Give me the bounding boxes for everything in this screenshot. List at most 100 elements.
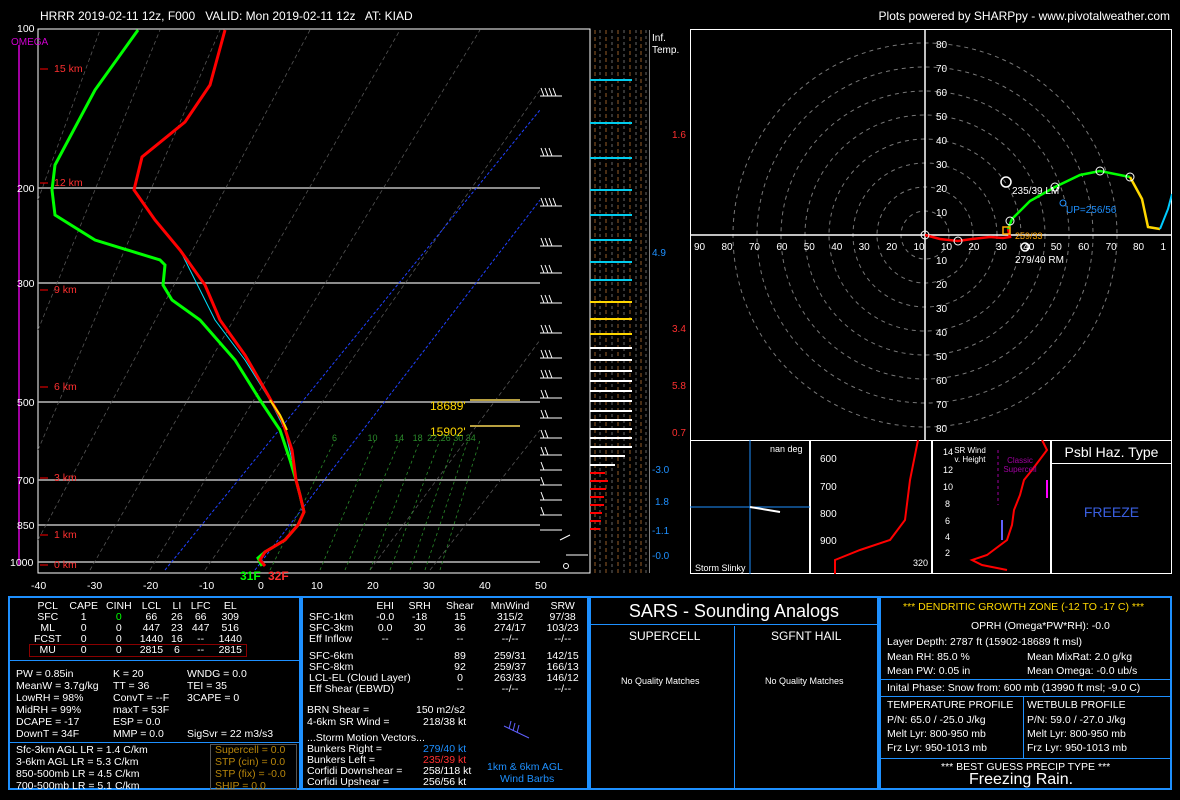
mini-level: 900 <box>820 536 837 547</box>
dgz-line: Mean PW: 0.05 in <box>887 665 971 677</box>
hodo-ring-label: 10 <box>936 208 948 219</box>
brn-shear-label: BRN Shear = <box>307 704 370 716</box>
cell: -- <box>456 683 464 695</box>
index: DownT = 34F <box>16 728 80 740</box>
hodo-ring-label: 30 <box>936 160 948 171</box>
mix-label: 14 <box>394 433 405 443</box>
composite-index: STP (fix) = -0.0 <box>215 768 286 780</box>
hodo-lm-label: 235/39 LM <box>1012 186 1060 197</box>
table-row: Eff Inflow -- -- -- --/-- --/-- <box>305 634 587 645</box>
hodo-ring-label: 40 <box>936 136 948 147</box>
sr-wind-value: 218/38 kt <box>423 716 467 728</box>
temp-tick: 50 <box>535 580 547 592</box>
lapse-rate: Sfc-3km AGL LR = 1.4 C/km <box>16 744 148 756</box>
mix-label: 10 <box>367 433 378 443</box>
cell: 0 <box>115 644 122 656</box>
hodo-ring-label: 50 <box>936 112 948 123</box>
inflow-val: -3.0 <box>652 465 670 476</box>
index: TEI = 35 <box>187 680 227 692</box>
dgz-title: *** DENDRITIC GROWTH ZONE (-12 TO -17 C)… <box>903 601 1145 613</box>
temp-profile-line: Melt Lyr: 800-950 mb <box>887 728 986 740</box>
hazard-panel: Psbl Haz. Type FREEZE <box>1051 440 1172 574</box>
index: WNDG = 0.0 <box>187 668 247 680</box>
header-right: Plots powered by SHARPpy - www.pivotalwe… <box>878 9 1170 23</box>
index: MidRH = 99% <box>16 704 82 716</box>
sars-title: SARS - Sounding Analogs <box>628 601 840 621</box>
index: maxT = 53F <box>113 704 170 716</box>
pressure-label-1000: 1000 <box>10 557 34 569</box>
sm-label: Corfidi Upshear = <box>307 776 389 788</box>
parcel-panel: PCL CAPE CINH LCL LI LFC EL SFC 1 0 66 26 66 3… <box>8 596 301 792</box>
barbs-label-2: Wind Barbs <box>500 773 555 785</box>
hodo-x-tick: 60 <box>1078 242 1090 253</box>
sr-val: 320 <box>913 558 929 568</box>
hodo-x-tick: 40 <box>1023 242 1035 253</box>
storm-slinky <box>690 440 810 574</box>
wb-profile-line: Melt Lyr: 800-950 mb <box>1027 728 1126 740</box>
cell: -- <box>456 633 464 645</box>
dgz-line: Layer Depth: 2787 ft (15902-18689 ft msl… <box>887 636 1082 648</box>
hodo-mean-label: 259/33 <box>1015 231 1043 241</box>
pressure-label-100: 100 <box>17 23 35 35</box>
mix-ratio-labels: 6 10 14 18 22 26 30 34 <box>332 433 476 443</box>
sr-height: 8 <box>945 499 951 509</box>
slinky-deg: nan deg <box>770 444 803 454</box>
hodo-x-tick: 70 <box>748 242 760 253</box>
dgz-panel: *** DENDRITIC GROWTH ZONE (-12 TO -17 C)… <box>879 596 1172 790</box>
dgz-line: Mean RH: 85.0 % <box>887 651 970 663</box>
hodo-x-tick: 40 <box>831 242 843 253</box>
cell: -- <box>381 633 389 645</box>
sr-height: 10 <box>943 482 954 492</box>
temp-tick: 20 <box>367 580 379 592</box>
index: ESP = 0.0 <box>113 716 161 728</box>
inflow-val: 1.8 <box>655 497 669 508</box>
cell: --/-- <box>501 683 519 695</box>
precip-type: Freezing Rain. <box>969 771 1074 788</box>
parcel-header: PCL CAPE CINH LCL LI LFC EL <box>30 601 246 612</box>
kinematics-table: EHI SRH Shear MnWind SRW SFC-1km -0.0 -18 1… <box>305 601 587 695</box>
hodo-rm-label: 279/40 RM <box>1015 255 1064 266</box>
cell: -- <box>416 633 424 645</box>
height-label: 15 km <box>54 63 83 75</box>
inflow-title-2: Temp. <box>652 45 680 56</box>
temp-tick: -20 <box>143 580 159 592</box>
index: 3CAPE = 0 <box>187 692 240 704</box>
dgz-initial-phase: Inital Phase: Snow from: 600 mb (13990 f… <box>887 682 1141 694</box>
wb-profile-line: Frz Lyr: 950-1013 mb <box>1027 742 1127 754</box>
table-row: MU 0 0 2815 6 -- 2815 <box>29 644 247 657</box>
inflow-val: 5.8 <box>672 381 686 392</box>
hodo-x-tick: 10 <box>940 242 953 253</box>
inflow-val: -1.1 <box>652 526 670 537</box>
hodo-up-label: UP=256/56 <box>1066 205 1117 216</box>
inflow-val: -0.0 <box>652 551 670 562</box>
height-label: 6 km <box>54 381 77 393</box>
sr-height: 2 <box>945 548 951 558</box>
kinematics-panel: EHI SRH Shear MnWind SRW SFC-1km -0.0 -18 1… <box>301 596 589 790</box>
sfc-dewp-label: 32F <box>268 569 289 583</box>
temp-tick: 30 <box>423 580 435 592</box>
mini-level: 800 <box>820 509 837 520</box>
index: PW = 0.85in <box>16 668 74 680</box>
hodo-ring-label: 70 <box>936 400 948 411</box>
cell: 6 <box>173 644 180 656</box>
hodo-x-ticks: 90 80 70 60 50 40 30 20 10 10 20 30 40 5… <box>690 242 1170 253</box>
index: K = 20 <box>113 668 144 680</box>
height-label: 12 km <box>54 177 83 189</box>
cell: -- <box>197 644 205 656</box>
inflow-val: 1.6 <box>672 130 686 141</box>
sr-height: 6 <box>945 516 951 526</box>
mix-label: 26 <box>440 433 451 443</box>
sars-supercell-match: No Quality Matches <box>621 676 700 686</box>
index: ConvT = --F <box>113 692 170 704</box>
hodo-ring-label: 60 <box>936 88 948 99</box>
wind-barbs-icon <box>503 720 530 739</box>
hodo-x-tick: 1 <box>1160 242 1166 253</box>
temp-profile-line: Frz Lyr: 950-1013 mb <box>887 742 987 754</box>
cell: Eff Shear (EBWD) <box>309 683 394 695</box>
height-label: 9 km <box>54 284 77 296</box>
index: MeanW = 3.7g/kg <box>16 680 99 692</box>
hodo-x-tick: 90 <box>694 242 706 253</box>
parcel-table: PCL CAPE CINH LCL LI LFC EL SFC 1 0 66 26 66 3… <box>29 601 247 657</box>
table-row: Eff Shear (EBWD) -- --/-- --/-- <box>305 684 587 695</box>
pressure-label-500: 500 <box>17 397 35 409</box>
